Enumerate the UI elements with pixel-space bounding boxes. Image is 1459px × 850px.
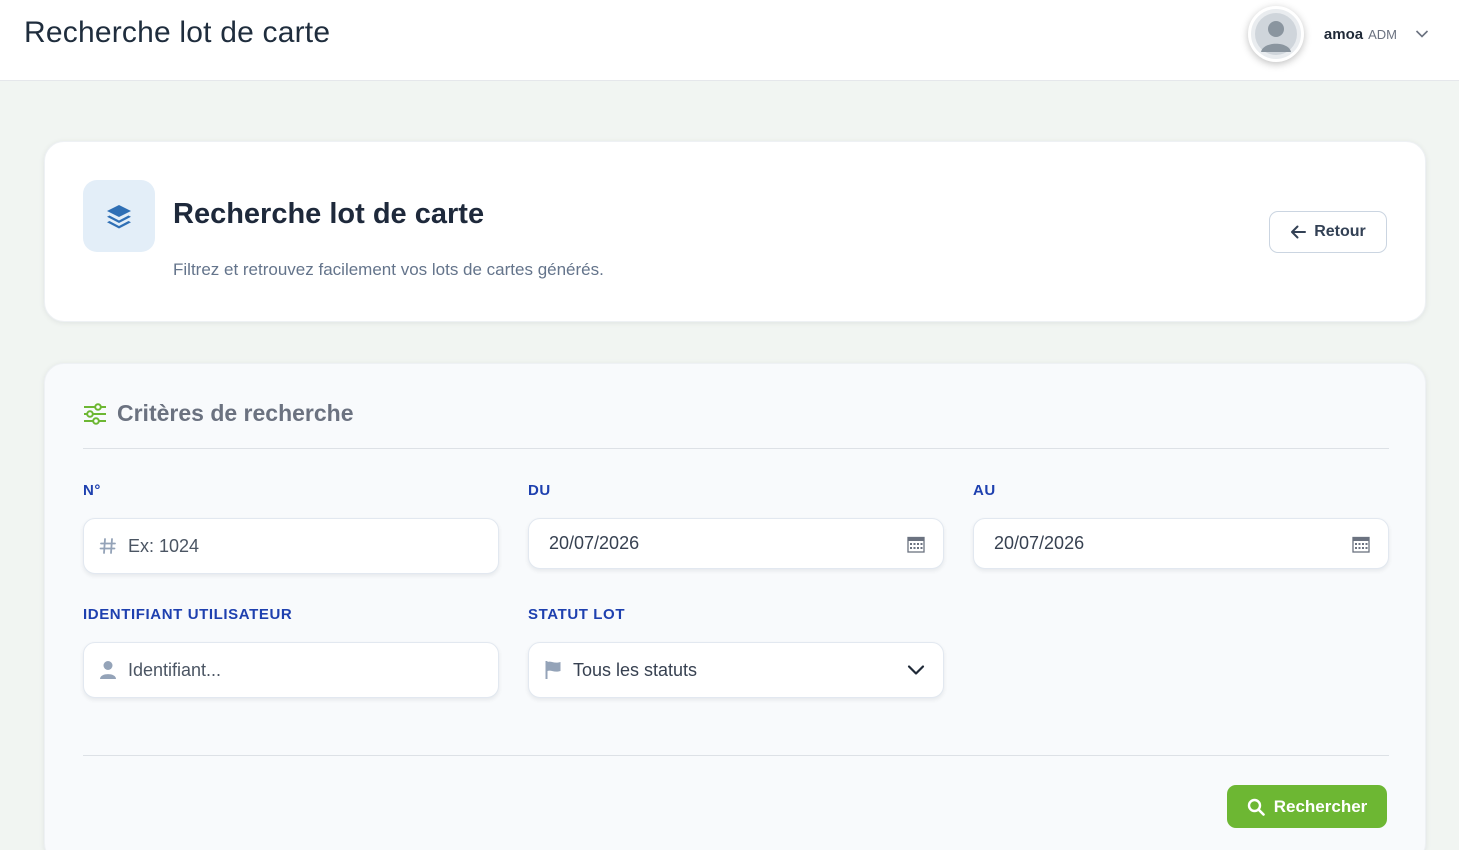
search-icon (1247, 798, 1265, 816)
arrow-left-icon (1291, 225, 1307, 239)
flag-icon (543, 660, 563, 680)
du-value: 20/07/2026 (549, 533, 640, 553)
divider (83, 448, 1389, 449)
au-label: AU (973, 482, 996, 499)
du-label: DU (528, 482, 551, 499)
divider (83, 755, 1389, 756)
user-menu[interactable]: amoa ADM (1247, 6, 1429, 62)
back-button-label: Retour (1314, 223, 1366, 240)
search-criteria-card: Critères de recherche N° Ex: 1024 DU 20/… (44, 363, 1426, 850)
numero-label: N° (83, 482, 102, 499)
statut-label: STATUT LOT (528, 606, 626, 623)
calendar-icon[interactable] (907, 535, 925, 553)
card-subtitle: Filtrez et retrouvez facilement vos lots… (173, 260, 604, 279)
identifiant-placeholder: Identifiant... (128, 659, 222, 680)
au-value: 20/07/2026 (994, 533, 1085, 553)
du-date-input[interactable]: 20/07/2026 (528, 518, 944, 569)
identifiant-label: IDENTIFIANT UTILISATEUR (83, 606, 293, 623)
section-title: Critères de recherche (83, 400, 354, 427)
search-button-label: Rechercher (1273, 796, 1368, 816)
section-title-text: Critères de recherche (117, 400, 354, 426)
au-date-input[interactable]: 20/07/2026 (973, 518, 1389, 569)
chevron-down-icon[interactable] (907, 664, 925, 676)
calendar-icon[interactable] (1352, 535, 1370, 553)
page-title: Recherche lot de carte (24, 16, 331, 49)
statut-select[interactable]: Tous les statuts (528, 642, 944, 698)
user-role: ADM (1368, 26, 1397, 42)
card-title: Recherche lot de carte (173, 198, 485, 230)
top-bar: Recherche lot de carte amoa ADM (0, 0, 1459, 81)
hash-icon (98, 537, 118, 555)
header-card: Recherche lot de carte Filtrez et retrou… (44, 141, 1426, 322)
user-icon (98, 660, 118, 680)
sliders-icon (84, 402, 106, 425)
user-name: amoa (1323, 25, 1364, 43)
layers-icon (83, 180, 155, 252)
user-avatar-icon (1254, 13, 1297, 55)
numero-input[interactable]: Ex: 1024 (83, 518, 499, 574)
avatar[interactable] (1247, 6, 1304, 62)
search-button[interactable]: Rechercher (1227, 785, 1387, 828)
numero-placeholder: Ex: 1024 (128, 535, 200, 556)
back-button[interactable]: Retour (1269, 211, 1387, 253)
chevron-down-icon[interactable] (1415, 29, 1429, 39)
statut-selected: Tous les statuts (573, 659, 698, 680)
identifiant-input[interactable]: Identifiant... (83, 642, 499, 698)
